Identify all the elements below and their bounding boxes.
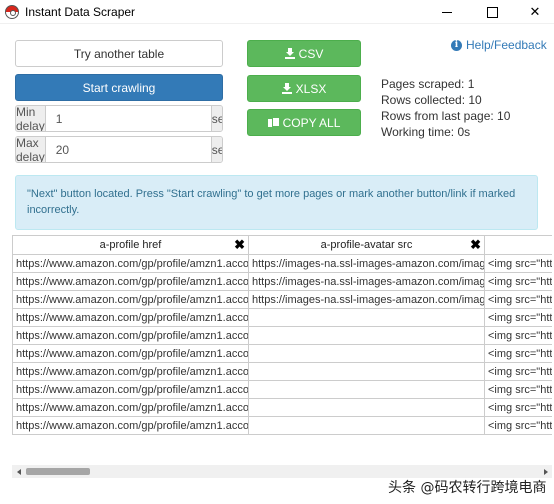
min-delay-label: Min delay	[16, 105, 46, 132]
max-delay-group: Max delay sec	[15, 136, 223, 163]
table-row: https://www.amazon.com/gp/profile/amzn1.…	[12, 362, 552, 381]
max-delay-input[interactable]	[45, 137, 211, 162]
max-delay-label: Max delay	[16, 136, 46, 163]
scroll-left-icon[interactable]	[12, 465, 25, 478]
close-icon[interactable]: ✕	[518, 0, 552, 24]
column-header: a-profile href ✖	[12, 235, 249, 255]
table-cell	[248, 398, 485, 417]
download-icon	[284, 48, 295, 59]
table-cell: https://www.amazon.com/gp/profile/amzn1.…	[12, 290, 249, 309]
working-time: Working time: 0s	[381, 125, 471, 139]
table-cell: <img src="htt	[484, 326, 552, 345]
download-icon	[281, 83, 292, 94]
csv-label: CSV	[298, 46, 324, 61]
help-feedback-label: Help/Feedback	[466, 38, 547, 52]
watermark: 头条 @码农转行跨境电商	[388, 480, 547, 496]
table-cell: https://images-na.ssl-images-amazon.com/…	[248, 272, 485, 291]
help-feedback-link[interactable]: i Help/Feedback	[451, 38, 547, 52]
window-title: Instant Data Scraper	[25, 4, 136, 19]
table-row: https://www.amazon.com/gp/profile/amzn1.…	[12, 272, 552, 291]
min-delay-input[interactable]	[45, 106, 211, 131]
table-cell	[248, 362, 485, 381]
copy-all-label: COPY ALL	[282, 115, 341, 130]
table-cell: https://www.amazon.com/gp/profile/amzn1.…	[12, 416, 249, 435]
table-cell: https://www.amazon.com/gp/profile/amzn1.…	[12, 272, 249, 291]
table-cell: https://images-na.ssl-images-amazon.com/…	[248, 290, 485, 309]
min-delay-unit: sec	[210, 106, 222, 131]
maximize-icon[interactable]	[475, 0, 509, 24]
min-delay-group: Min delay sec	[15, 105, 223, 132]
table-cell: <img src="htt	[484, 380, 552, 399]
data-table: a-profile href ✖ a-profile-avatar src ✖ …	[12, 235, 552, 435]
rows-collected: Rows collected: 10	[381, 93, 482, 107]
table-cell	[248, 308, 485, 327]
status-alert: "Next" button located. Press "Start craw…	[15, 175, 538, 230]
table-cell: https://www.amazon.com/gp/profile/amzn1.…	[12, 362, 249, 381]
table-cell: <img src="htt	[484, 398, 552, 417]
xlsx-button[interactable]: XLSX	[247, 75, 361, 102]
table-row: https://www.amazon.com/gp/profile/amzn1.…	[12, 290, 552, 309]
table-cell: https://images-na.ssl-images-amazon.com/…	[248, 254, 485, 273]
table-cell: <img src="htt	[484, 308, 552, 327]
table-cell: https://www.amazon.com/gp/profile/amzn1.…	[12, 326, 249, 345]
scrape-stats: Pages scraped: 1 Rows collected: 10 Rows…	[381, 76, 510, 140]
table-row: https://www.amazon.com/gp/profile/amzn1.…	[12, 254, 552, 273]
title-bar: Instant Data Scraper ✕	[0, 0, 554, 24]
table-row: https://www.amazon.com/gp/profile/amzn1.…	[12, 380, 552, 399]
try-another-table-button[interactable]: Try another table	[15, 40, 223, 67]
table-row: https://www.amazon.com/gp/profile/amzn1.…	[12, 308, 552, 327]
table-header-row: a-profile href ✖ a-profile-avatar src ✖	[12, 235, 552, 255]
table-cell	[248, 326, 485, 345]
table-cell: <img src="htt	[484, 272, 552, 291]
start-crawling-button[interactable]: Start crawling	[15, 74, 223, 101]
column-header: a-profile-avatar src ✖	[248, 235, 485, 255]
scrollbar-thumb[interactable]	[26, 468, 90, 475]
rows-from-last-page: Rows from last page: 10	[381, 109, 511, 123]
table-cell: <img src="htt	[484, 416, 552, 435]
table-cell: https://www.amazon.com/gp/profile/amzn1.…	[12, 308, 249, 327]
table-cell: https://www.amazon.com/gp/profile/amzn1.…	[12, 254, 249, 273]
remove-column-icon[interactable]: ✖	[234, 237, 245, 253]
table-cell	[248, 344, 485, 363]
table-body: https://www.amazon.com/gp/profile/amzn1.…	[12, 254, 552, 435]
table-cell	[248, 416, 485, 435]
table-cell: <img src="htt	[484, 254, 552, 273]
xlsx-label: XLSX	[295, 81, 327, 96]
info-icon: i	[451, 39, 462, 51]
table-cell: https://www.amazon.com/gp/profile/amzn1.…	[12, 398, 249, 417]
table-row: https://www.amazon.com/gp/profile/amzn1.…	[12, 398, 552, 417]
app-logo-icon	[5, 4, 19, 19]
table-row: https://www.amazon.com/gp/profile/amzn1.…	[12, 416, 552, 435]
data-table-container: a-profile href ✖ a-profile-avatar src ✖ …	[12, 235, 552, 465]
copy-icon	[267, 117, 280, 128]
table-cell	[248, 380, 485, 399]
pages-scraped: Pages scraped: 1	[381, 77, 475, 91]
table-cell: <img src="htt	[484, 362, 552, 381]
table-row: https://www.amazon.com/gp/profile/amzn1.…	[12, 326, 552, 345]
table-cell: https://www.amazon.com/gp/profile/amzn1.…	[12, 344, 249, 363]
table-row: https://www.amazon.com/gp/profile/amzn1.…	[12, 344, 552, 363]
minimize-icon[interactable]	[430, 0, 464, 24]
max-delay-unit: sec	[210, 137, 222, 162]
column-header	[484, 235, 552, 255]
remove-column-icon[interactable]: ✖	[470, 237, 481, 253]
csv-button[interactable]: CSV	[247, 40, 361, 67]
table-cell: <img src="htt	[484, 344, 552, 363]
copy-all-button[interactable]: COPY ALL	[247, 109, 361, 136]
table-cell: <img src="htt	[484, 290, 552, 309]
table-cell: https://www.amazon.com/gp/profile/amzn1.…	[12, 380, 249, 399]
